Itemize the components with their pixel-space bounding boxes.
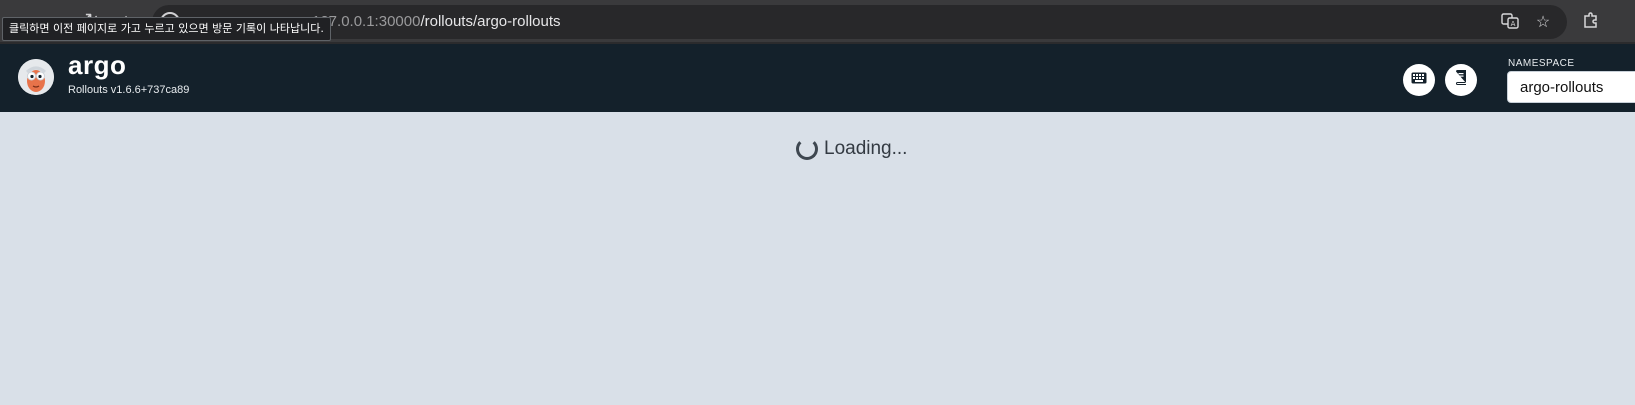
loading-text: Loading... xyxy=(824,138,908,159)
extensions-icon[interactable] xyxy=(1580,11,1602,33)
loading-indicator: Loading... xyxy=(796,138,907,160)
documentation-button[interactable] xyxy=(1445,64,1477,96)
url-path: /rollouts/argo-rollouts xyxy=(420,13,561,30)
app-header: argo Rollouts v1.6.6+737ca89 NAMESPACE xyxy=(0,44,1635,112)
spinner-icon xyxy=(796,138,818,160)
namespace-input[interactable] xyxy=(1507,71,1635,103)
keyboard-icon xyxy=(1411,71,1427,89)
docs-book-icon xyxy=(1455,70,1467,90)
address-bar[interactable]: 127.0.0.1:30000/rollouts/argo-rollouts A… xyxy=(152,5,1567,39)
translate-icon[interactable]: A xyxy=(1499,12,1521,34)
keyboard-shortcuts-button[interactable] xyxy=(1403,64,1435,96)
svg-text:A: A xyxy=(1511,20,1516,28)
back-button-tooltip: 클릭하면 이전 페이지로 가고 누르고 있으면 방문 기록이 나타납니다. xyxy=(2,17,331,41)
app-version: Rollouts v1.6.6+737ca89 xyxy=(68,84,190,96)
namespace-label: NAMESPACE xyxy=(1508,58,1575,69)
bookmark-star-icon[interactable]: ☆ xyxy=(1532,12,1554,34)
browser-toolbar: ← → ↻ ⌂ 127.0.0.1:30000/rollouts/argo-ro… xyxy=(0,0,1635,44)
argo-logo[interactable] xyxy=(18,59,54,95)
url-text[interactable]: 127.0.0.1:30000/rollouts/argo-rollouts xyxy=(312,13,561,30)
brand-name: argo xyxy=(68,50,127,80)
